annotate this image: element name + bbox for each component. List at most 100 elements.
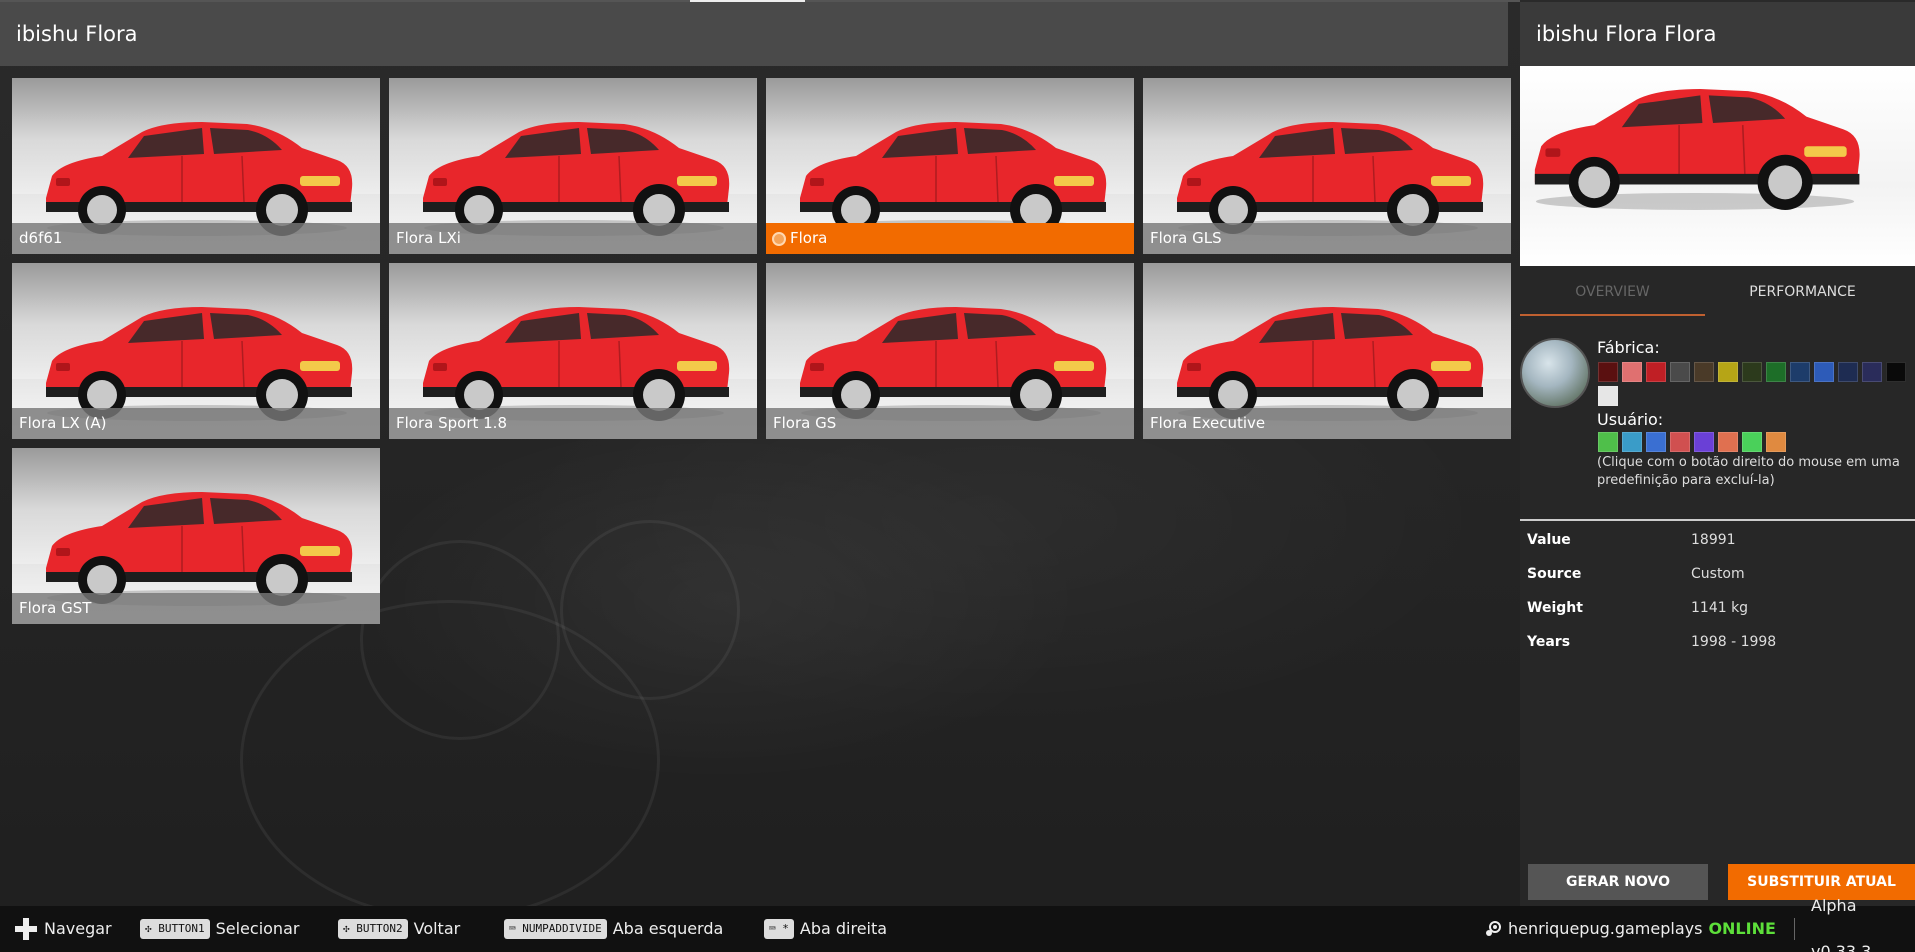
factory-paint-swatch[interactable] bbox=[1694, 362, 1714, 382]
button2-keycap: ✣ BUTTON2 bbox=[338, 919, 408, 939]
factory-paint-swatch[interactable] bbox=[1814, 362, 1834, 382]
details-title: ibishu Flora Flora bbox=[1536, 22, 1717, 46]
user-paint-swatch[interactable] bbox=[1742, 432, 1762, 452]
button1-keycap: ✣ BUTTON1 bbox=[140, 919, 210, 939]
info-row: Weight 1141 kg bbox=[1520, 600, 1915, 634]
user-status[interactable]: henriquepug.gameplays ONLINE bbox=[1484, 906, 1776, 952]
user-paint-swatch[interactable] bbox=[1670, 432, 1690, 452]
hint-back[interactable]: ✣ BUTTON2 Voltar bbox=[338, 906, 460, 952]
page-title: ibishu Flora bbox=[16, 22, 138, 46]
hint-select[interactable]: ✣ BUTTON1 Selecionar bbox=[140, 906, 299, 952]
divider bbox=[1794, 918, 1795, 940]
user-paints-label: Usuário: bbox=[1597, 410, 1664, 429]
config-card[interactable]: Flora LX (A) bbox=[12, 263, 380, 439]
info-value: 1141 kg bbox=[1691, 600, 1749, 616]
car-illustration bbox=[1177, 122, 1484, 236]
info-key: Value bbox=[1527, 532, 1571, 548]
info-row: Value 18991 bbox=[1520, 532, 1915, 566]
online-status-badge: ONLINE bbox=[1708, 919, 1776, 938]
steering-wheel-decoration bbox=[240, 600, 660, 920]
config-card[interactable]: d6f61 bbox=[12, 78, 380, 254]
steam-icon bbox=[1486, 921, 1501, 936]
factory-paint-swatch[interactable] bbox=[1886, 362, 1906, 382]
factory-paint-swatch[interactable] bbox=[1598, 362, 1618, 382]
main-header: ibishu Flora bbox=[0, 2, 1508, 66]
info-row: Years 1998 - 1998 bbox=[1520, 634, 1915, 668]
hint-navigate[interactable]: Navegar bbox=[14, 906, 112, 952]
factory-swatches bbox=[1598, 362, 1914, 406]
vehicle-preview-image bbox=[1520, 66, 1915, 266]
config-card[interactable]: Flora GLS bbox=[1143, 78, 1511, 254]
dpad-icon bbox=[15, 918, 37, 940]
generate-new-button[interactable]: GERAR NOVO bbox=[1528, 864, 1708, 900]
factory-paint-swatch[interactable] bbox=[1742, 362, 1762, 382]
selected-indicator-icon bbox=[772, 232, 786, 246]
config-card[interactable]: Flora Sport 1.8 bbox=[389, 263, 757, 439]
paint-hint: (Clique com o botão direito do mouse em … bbox=[1597, 455, 1900, 488]
factory-paint-swatch[interactable] bbox=[1790, 362, 1810, 382]
car-illustration bbox=[800, 307, 1107, 421]
hint-select-label: Selecionar bbox=[215, 919, 300, 938]
info-key: Weight bbox=[1527, 600, 1583, 616]
hint-right-tab-label: Aba direita bbox=[799, 919, 888, 938]
car-illustration bbox=[46, 307, 353, 421]
factory-paint-swatch[interactable] bbox=[1766, 362, 1786, 382]
car-illustration bbox=[46, 122, 353, 236]
config-card-label: Flora Sport 1.8 bbox=[389, 408, 757, 439]
keyboard-key-icon: ⌨ NUMPADDIVIDE bbox=[504, 919, 607, 939]
info-row: Source Custom bbox=[1520, 566, 1915, 600]
car-illustration bbox=[1534, 89, 1860, 210]
factory-paint-swatch[interactable] bbox=[1862, 362, 1882, 382]
config-card[interactable]: Flora LXi bbox=[389, 78, 757, 254]
user-paint-swatch[interactable] bbox=[1598, 432, 1618, 452]
info-key: Source bbox=[1527, 566, 1582, 582]
factory-paints-label: Fábrica: bbox=[1597, 338, 1660, 357]
config-card[interactable]: Flora Executive bbox=[1143, 263, 1511, 439]
car-illustration bbox=[423, 122, 730, 236]
factory-paint-swatch[interactable] bbox=[1718, 362, 1738, 382]
config-card-label: d6f61 bbox=[12, 223, 380, 254]
config-card[interactable]: Flora bbox=[766, 78, 1134, 254]
hint-left-tab[interactable]: ⌨ NUMPADDIVIDE Aba esquerda bbox=[504, 906, 723, 952]
details-panel: ibishu Flora Flora OVERVIEW PERFORMANCE … bbox=[1520, 2, 1915, 906]
config-card[interactable]: Flora GST bbox=[12, 448, 380, 624]
user-paint-swatch[interactable] bbox=[1766, 432, 1786, 452]
tab-performance[interactable]: PERFORMANCE bbox=[1710, 272, 1895, 316]
factory-paint-swatch[interactable] bbox=[1838, 362, 1858, 382]
config-card-label: Flora LXi bbox=[389, 223, 757, 254]
factory-paint-swatch[interactable] bbox=[1598, 386, 1618, 406]
keyboard-key-icon: ⌨ * bbox=[764, 919, 794, 939]
info-divider bbox=[1520, 519, 1915, 521]
factory-paint-swatch[interactable] bbox=[1670, 362, 1690, 382]
info-value: Custom bbox=[1691, 566, 1745, 582]
details-tabs: OVERVIEW PERFORMANCE bbox=[1520, 272, 1915, 316]
paint-section: Fábrica: Usuário: (Clique com o botão di… bbox=[1520, 332, 1915, 492]
bottom-bar: Navegar ✣ BUTTON1 Selecionar ✣ BUTTON2 V… bbox=[0, 896, 1915, 952]
car-illustration bbox=[1177, 307, 1484, 421]
hint-back-label: Voltar bbox=[413, 919, 461, 938]
config-card-label: Flora GST bbox=[12, 593, 380, 624]
factory-paint-swatch[interactable] bbox=[1622, 362, 1642, 382]
user-paint-swatch[interactable] bbox=[1694, 432, 1714, 452]
version-label: Alpha v0.33.3 bbox=[1811, 896, 1872, 952]
info-value: 18991 bbox=[1691, 532, 1736, 548]
car-illustration bbox=[46, 492, 353, 606]
hint-navigate-label: Navegar bbox=[44, 919, 112, 938]
info-value: 1998 - 1998 bbox=[1691, 634, 1777, 650]
username: henriquepug.gameplays bbox=[1508, 919, 1703, 938]
version: Alpha v0.33.3 bbox=[1811, 896, 1915, 952]
factory-paint-swatch[interactable] bbox=[1646, 362, 1666, 382]
hint-right-tab[interactable]: ⌨ * Aba direita bbox=[764, 906, 887, 952]
car-illustration bbox=[423, 307, 730, 421]
user-paint-swatch[interactable] bbox=[1622, 432, 1642, 452]
config-card[interactable]: Flora GS bbox=[766, 263, 1134, 439]
user-paint-swatch[interactable] bbox=[1718, 432, 1738, 452]
car-illustration bbox=[800, 122, 1107, 236]
config-card-label: Flora Executive bbox=[1143, 408, 1511, 439]
config-card-label: Flora GS bbox=[766, 408, 1134, 439]
config-card-label: Flora LX (A) bbox=[12, 408, 380, 439]
tab-overview[interactable]: OVERVIEW bbox=[1520, 272, 1705, 316]
config-card-label: Flora GLS bbox=[1143, 223, 1511, 254]
details-header: ibishu Flora Flora bbox=[1520, 2, 1915, 66]
user-paint-swatch[interactable] bbox=[1646, 432, 1666, 452]
